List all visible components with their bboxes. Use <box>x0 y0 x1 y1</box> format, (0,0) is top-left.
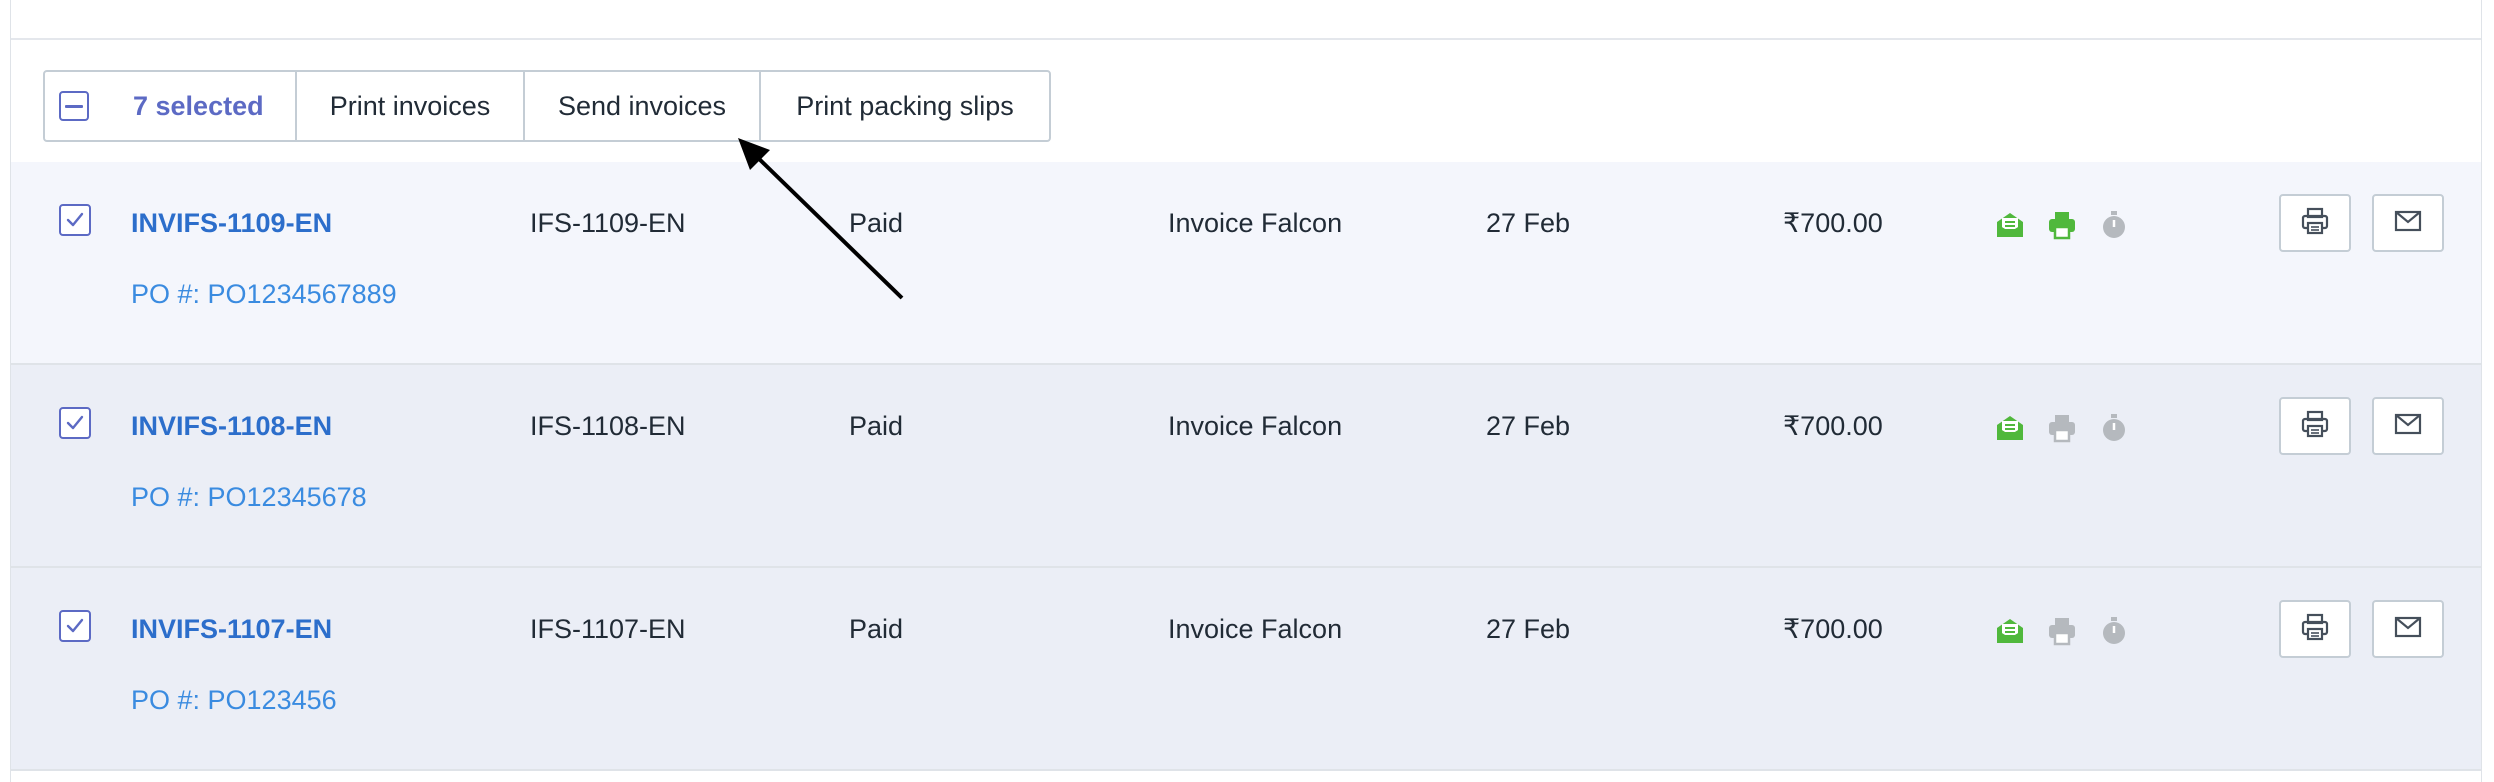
envelope-open-icon <box>1993 614 2027 648</box>
row-checkbox[interactable] <box>59 407 91 439</box>
invoice-amount: ₹700.00 <box>1783 614 1883 644</box>
table-row[interactable]: INVIFS-1108-EN PO #: PO12345678 IFS-1108… <box>11 365 2481 568</box>
status-icons <box>1993 614 2131 648</box>
table-row[interactable]: INVIFS-1107-EN PO #: PO123456 IFS-1107-E… <box>11 568 2481 771</box>
printer-icon <box>2045 208 2079 242</box>
status-icons <box>1993 208 2131 242</box>
mail-icon <box>2392 408 2424 445</box>
invoice-list-panel: 7 selected Print invoices Send invoices … <box>10 0 2482 782</box>
payment-status: Paid <box>849 411 904 441</box>
printer-icon <box>2045 614 2079 648</box>
invoice-date: 27 Feb <box>1486 614 1571 644</box>
send-invoices-button[interactable]: Send invoices <box>525 72 761 140</box>
customer-name: Invoice Falcon <box>1168 614 1343 644</box>
invoice-number-link[interactable]: INVIFS-1107-EN <box>131 614 332 645</box>
stopwatch-icon <box>2097 614 2131 648</box>
printer-icon <box>2045 411 2079 445</box>
stopwatch-icon <box>2097 411 2131 445</box>
table-row[interactable]: INVIFS-1109-EN PO #: PO1234567889 IFS-11… <box>11 162 2481 365</box>
payment-status: Paid <box>849 614 904 644</box>
payment-status: Paid <box>849 208 904 238</box>
row-checkbox[interactable] <box>59 204 91 236</box>
checkmark-icon <box>66 415 84 430</box>
email-invoice-button[interactable] <box>2372 397 2444 455</box>
row-checkbox[interactable] <box>59 610 91 642</box>
invoice-amount: ₹700.00 <box>1783 208 1883 238</box>
stopwatch-icon <box>2097 208 2131 242</box>
customer-name: Invoice Falcon <box>1168 411 1343 441</box>
top-strip <box>11 0 2481 40</box>
invoice-number-link[interactable]: INVIFS-1108-EN <box>131 411 332 442</box>
order-reference: IFS-1108-EN <box>530 411 686 441</box>
invoice-date: 27 Feb <box>1486 411 1571 441</box>
invoice-date: 27 Feb <box>1486 208 1571 238</box>
po-number[interactable]: PO #: PO12345678 <box>131 482 367 513</box>
print-invoices-button[interactable]: Print invoices <box>297 72 525 140</box>
order-reference: IFS-1107-EN <box>530 614 686 644</box>
print-invoice-button[interactable] <box>2279 600 2351 658</box>
deselect-all-checkbox[interactable] <box>59 91 89 121</box>
po-number[interactable]: PO #: PO123456 <box>131 685 337 716</box>
minus-icon <box>65 104 83 108</box>
checkmark-icon <box>66 212 84 227</box>
po-number[interactable]: PO #: PO1234567889 <box>131 279 397 310</box>
status-icons <box>1993 411 2131 445</box>
invoice-amount: ₹700.00 <box>1783 411 1883 441</box>
envelope-open-icon <box>1993 411 2027 445</box>
email-invoice-button[interactable] <box>2372 194 2444 252</box>
printer-icon <box>2299 205 2331 242</box>
invoice-table: INVIFS-1109-EN PO #: PO1234567889 IFS-11… <box>11 162 2481 771</box>
printer-icon <box>2299 408 2331 445</box>
order-reference: IFS-1109-EN <box>530 208 686 238</box>
print-invoice-button[interactable] <box>2279 397 2351 455</box>
print-invoice-button[interactable] <box>2279 194 2351 252</box>
checkmark-icon <box>66 618 84 633</box>
printer-icon <box>2299 611 2331 648</box>
mail-icon <box>2392 611 2424 648</box>
customer-name: Invoice Falcon <box>1168 208 1343 238</box>
bulk-select-toggle[interactable]: 7 selected <box>45 72 297 140</box>
print-packing-slips-button[interactable]: Print packing slips <box>761 72 1049 140</box>
envelope-open-icon <box>1993 208 2027 242</box>
bulk-actions-bar: 7 selected Print invoices Send invoices … <box>43 70 1051 142</box>
mail-icon <box>2392 205 2424 242</box>
invoice-number-link[interactable]: INVIFS-1109-EN <box>131 208 332 239</box>
selected-count: 7 selected <box>133 90 264 121</box>
email-invoice-button[interactable] <box>2372 600 2444 658</box>
